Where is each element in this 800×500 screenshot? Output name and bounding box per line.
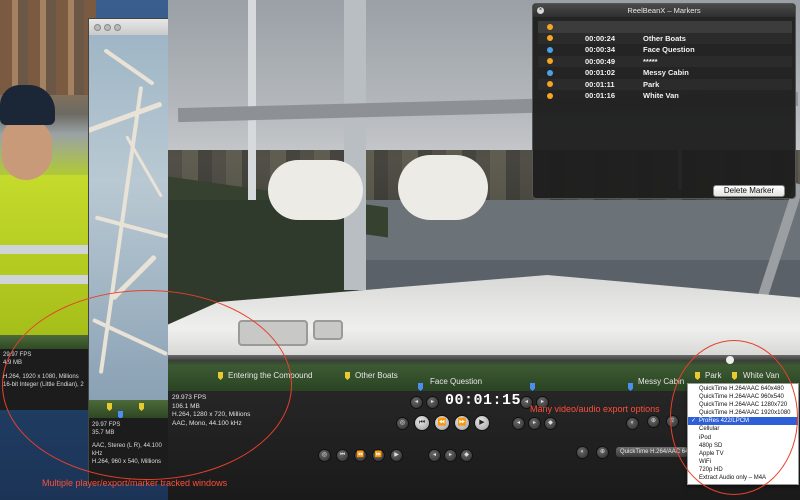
fast-forward-icon[interactable]: ⏩ — [372, 449, 385, 462]
mast — [248, 0, 256, 200]
marker-row[interactable]: 00:00:34 Face Question — [538, 44, 792, 56]
play-icon[interactable]: ▶ — [390, 449, 403, 462]
marker-row[interactable]: 00:01:02 Messy Cabin — [538, 67, 792, 79]
annotation-windows-text: Multiple player/export/marker tracked wi… — [42, 478, 228, 488]
annotation-export-text: Many video/audio export options — [530, 404, 660, 414]
marker-color-dot — [547, 69, 553, 76]
go-to-start-icon[interactable]: ⏮ — [414, 415, 430, 431]
timecode-display: 00:01:15 — [445, 392, 522, 409]
marker-row[interactable]: 00:00:24 Other Boats — [538, 32, 792, 44]
mast — [344, 0, 366, 290]
marker-row[interactable]: 00:01:16 White Van — [538, 90, 792, 102]
close-window-icon[interactable] — [94, 23, 101, 31]
markers-title: ReelBeanX – Markers — [627, 6, 701, 15]
vest-stripe — [0, 245, 96, 254]
markers-window[interactable]: × ReelBeanX – Markers 00:00:24 Other Boa… — [532, 3, 796, 199]
play-icon[interactable]: ▶ — [474, 415, 490, 431]
marker-time: 00:01:16 — [585, 91, 616, 101]
step-forward-icon[interactable]: ▸ — [426, 396, 439, 409]
marker-name: Other Boats — [643, 33, 686, 43]
hatch — [313, 320, 343, 340]
marker-color-dot — [547, 92, 553, 99]
marker-row[interactable]: 00:01:11 Park — [538, 78, 792, 90]
export-icon[interactable]: ⊕ — [647, 415, 660, 428]
marker-row[interactable]: 00:00:49 ***** — [538, 55, 792, 67]
rewind-icon[interactable]: ⏪ — [354, 449, 367, 462]
marker-name: Messy Cabin — [643, 68, 689, 78]
zoom-window-icon[interactable] — [114, 23, 121, 31]
minimize-window-icon[interactable] — [104, 23, 111, 31]
marker-color-dot — [547, 46, 553, 53]
marker-time: 00:01:11 — [585, 79, 615, 89]
volume-icon[interactable]: ◐ — [626, 417, 639, 430]
marker-time: 00:00:24 — [585, 33, 616, 43]
timeline-marker-label: Face Question — [430, 377, 483, 386]
step-back-icon[interactable]: ◂ — [410, 396, 423, 409]
close-icon[interactable]: × — [537, 7, 544, 14]
loop-icon[interactable]: ◎ — [318, 449, 331, 462]
marker-time: 00:00:34 — [585, 45, 616, 55]
delete-marker-button[interactable]: Delete Marker — [713, 185, 785, 197]
marker-name: Park — [643, 79, 660, 89]
rewind-icon[interactable]: ⏪ — [434, 415, 450, 431]
mark-in-icon[interactable]: ◂ — [512, 417, 525, 430]
marker-color-dot — [547, 81, 553, 88]
timeline-marker-label: Other Boats — [355, 371, 398, 380]
mark-out-icon[interactable]: ▸ — [528, 417, 541, 430]
add-marker-icon[interactable]: ◆ — [544, 417, 557, 430]
go-to-start-icon[interactable]: ⏮ — [336, 449, 349, 462]
tree-titlebar[interactable] — [89, 19, 171, 35]
mark-in-icon[interactable]: ◂ — [428, 449, 441, 462]
mark-out-icon[interactable]: ▸ — [444, 449, 457, 462]
dinghy — [268, 160, 363, 220]
markers-list[interactable]: 00:00:24 Other Boats 00:00:34 Face Quest… — [538, 21, 792, 102]
annotation-ellipse-export — [670, 340, 798, 495]
branch — [103, 48, 155, 86]
marker-row[interactable] — [538, 21, 792, 33]
vest-stripe — [0, 275, 96, 284]
marker-name: White Van — [643, 91, 679, 101]
marker-time: 00:00:49 — [585, 56, 616, 66]
branch — [89, 101, 163, 134]
export-icon[interactable]: ⊕ — [596, 446, 609, 459]
marker-color-dot — [547, 23, 553, 30]
marker-color-dot — [547, 58, 553, 65]
marker-time: 00:01:02 — [585, 68, 616, 78]
marker-color-dot — [547, 35, 553, 42]
volume-icon[interactable]: ◐ — [576, 446, 589, 459]
officer-face — [2, 120, 52, 180]
dinghy — [398, 155, 488, 220]
police-video-frame — [0, 0, 96, 335]
add-marker-icon[interactable]: ◆ — [460, 449, 473, 462]
building-background — [0, 0, 96, 95]
loop-icon[interactable]: ◎ — [396, 417, 409, 430]
annotation-ellipse-windows — [2, 290, 292, 480]
fast-forward-icon[interactable]: ⏩ — [454, 415, 470, 431]
marker-name: Face Question — [643, 45, 695, 55]
markers-titlebar[interactable]: × ReelBeanX – Markers — [533, 4, 795, 17]
marker-name: ***** — [643, 56, 658, 66]
branch — [94, 215, 169, 239]
